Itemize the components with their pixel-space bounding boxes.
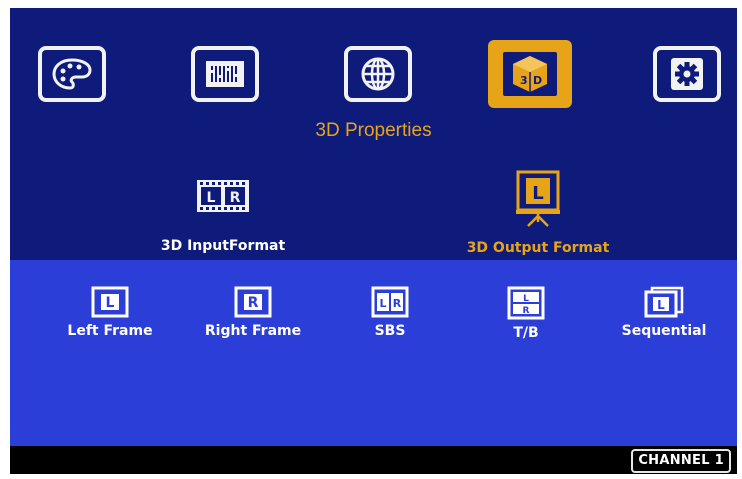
svg-text:R: R: [523, 306, 530, 316]
input-format-option[interactable]: L R 3D InputFormat: [148, 178, 298, 254]
side-by-side-icon: L R: [371, 286, 409, 318]
input-icon-right-letter: R: [230, 190, 241, 206]
menu-item-3d[interactable]: 3 D: [488, 40, 572, 108]
status-bar: [10, 446, 737, 474]
gear-icon: [671, 58, 703, 90]
3d-cube-icon: 3 D: [503, 52, 557, 96]
format-left-frame[interactable]: L Left Frame: [40, 286, 180, 339]
equalizer-icon: [206, 61, 244, 87]
sequential-icon-letter: L: [657, 298, 665, 312]
menu-item-network[interactable]: [344, 46, 412, 102]
output-format-option[interactable]: L 3D Output Format: [438, 170, 638, 256]
svg-text:D: D: [533, 74, 542, 87]
svg-text:R: R: [393, 297, 402, 310]
palette-icon: [52, 58, 92, 90]
right-frame-icon-letter: R: [248, 295, 259, 311]
right-frame-icon: R: [234, 286, 272, 318]
menu-item-settings[interactable]: [653, 46, 721, 102]
osd-screen: 3 D 3D Properties L R 3D InputFormat L 3…: [10, 8, 737, 474]
svg-text:L: L: [379, 297, 386, 310]
format-tb[interactable]: L R T/B: [476, 286, 576, 341]
section-title: 3D Properties: [315, 120, 432, 141]
globe-icon: [361, 57, 395, 91]
left-frame-icon-letter: L: [106, 295, 115, 311]
main-menu-panel: 3 D 3D Properties L R 3D InputFormat L 3…: [10, 8, 737, 260]
svg-text:L: L: [523, 294, 529, 304]
format-label: SBS: [374, 323, 406, 339]
lr-film-icon: L R: [197, 180, 249, 212]
format-label: T/B: [513, 325, 539, 341]
menu-item-picture[interactable]: [38, 46, 106, 102]
input-icon-left-letter: L: [207, 190, 216, 206]
channel-badge: CHANNEL 1: [631, 449, 731, 473]
format-label: Right Frame: [204, 323, 302, 339]
output-format-label: 3D Output Format: [466, 240, 610, 256]
top-bottom-icon: L R: [507, 286, 545, 320]
svg-text:3: 3: [520, 74, 528, 87]
format-sequential[interactable]: L Sequential: [606, 286, 722, 339]
format-sbs[interactable]: L R SBS: [340, 286, 440, 339]
sequential-icon: L: [644, 286, 684, 318]
menu-item-audio[interactable]: [191, 46, 259, 102]
projector-screen-icon: L: [516, 170, 560, 227]
format-right-frame[interactable]: R Right Frame: [183, 286, 323, 339]
input-format-label: 3D InputFormat: [160, 238, 286, 254]
format-label: Left Frame: [67, 323, 153, 339]
output-icon-letter: L: [532, 183, 543, 204]
format-label: Sequential: [621, 323, 707, 339]
left-frame-icon: L: [91, 286, 129, 318]
